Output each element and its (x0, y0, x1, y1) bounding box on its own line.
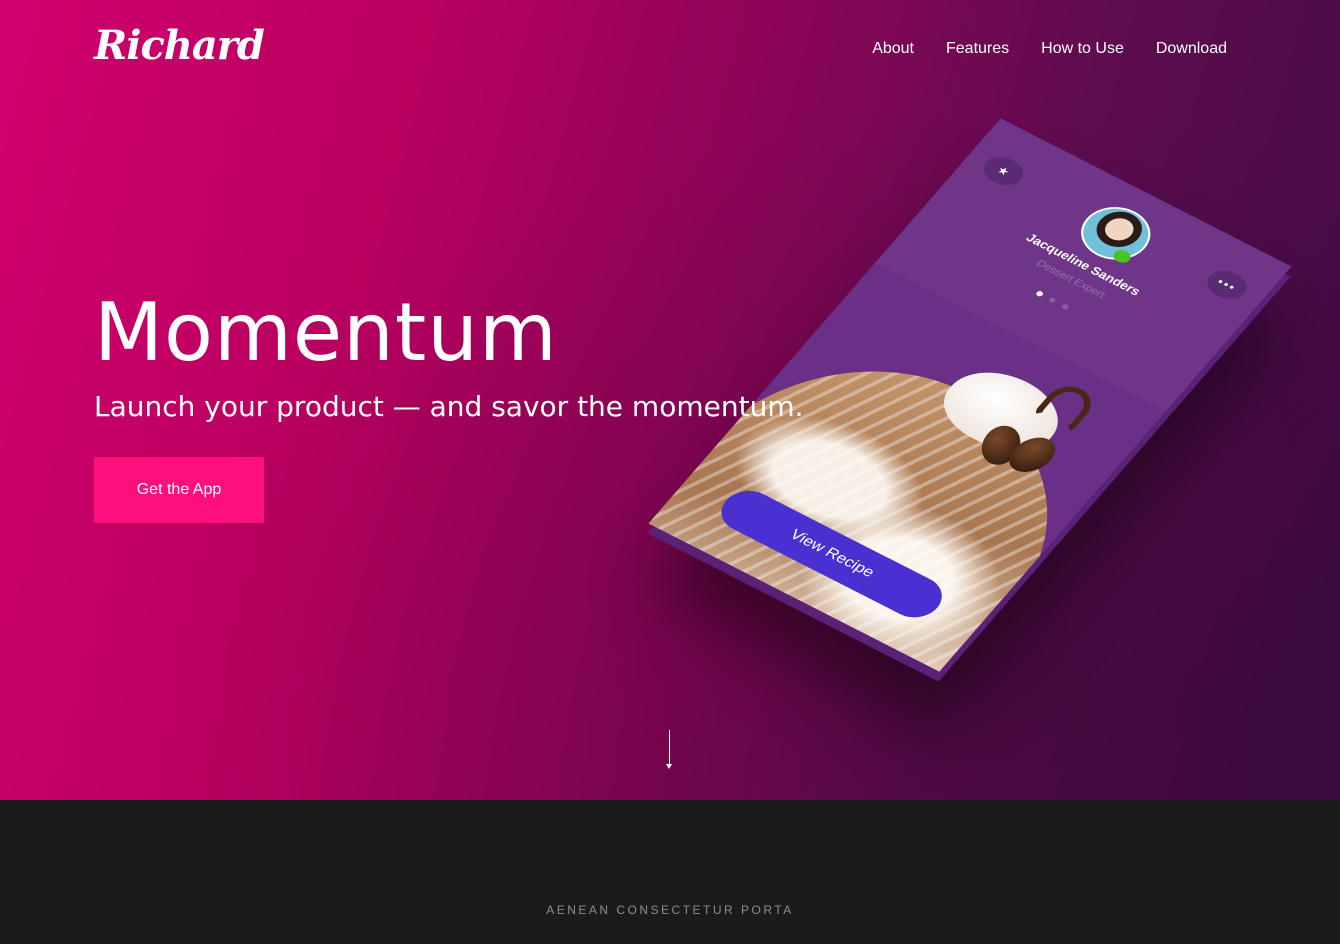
carousel-dot[interactable] (1047, 296, 1057, 304)
hero-tagline: Launch your product — and savor the mome… (94, 390, 804, 423)
nav-link-features[interactable]: Features (946, 40, 1009, 58)
brand-logo[interactable]: Richard (94, 22, 265, 69)
get-the-app-button[interactable]: Get the App (94, 457, 264, 523)
scroll-line (669, 730, 670, 766)
main-nav: About Features How to Use Download (872, 40, 1227, 58)
ice-cream-scoop (648, 316, 1125, 672)
hero-headline: Momentum (94, 286, 558, 379)
more-icon[interactable]: ••• (1200, 265, 1254, 305)
arrow-down-icon[interactable] (666, 730, 672, 770)
section-eyebrow: AENEAN CONSECTETUR PORTA (546, 903, 794, 917)
carousel-dot[interactable] (1060, 303, 1070, 311)
scroll-arrowhead (666, 764, 672, 769)
features-section: AENEAN CONSECTETUR PORTA (0, 800, 1340, 944)
nav-link-about[interactable]: About (872, 40, 914, 58)
nav-link-download[interactable]: Download (1156, 40, 1227, 58)
carousel-dot[interactable] (1035, 290, 1045, 298)
star-icon[interactable]: ★ (976, 151, 1031, 191)
hero-section: Richard About Features How to Use Downlo… (0, 0, 1340, 800)
nav-link-how-to-use[interactable]: How to Use (1041, 40, 1124, 58)
